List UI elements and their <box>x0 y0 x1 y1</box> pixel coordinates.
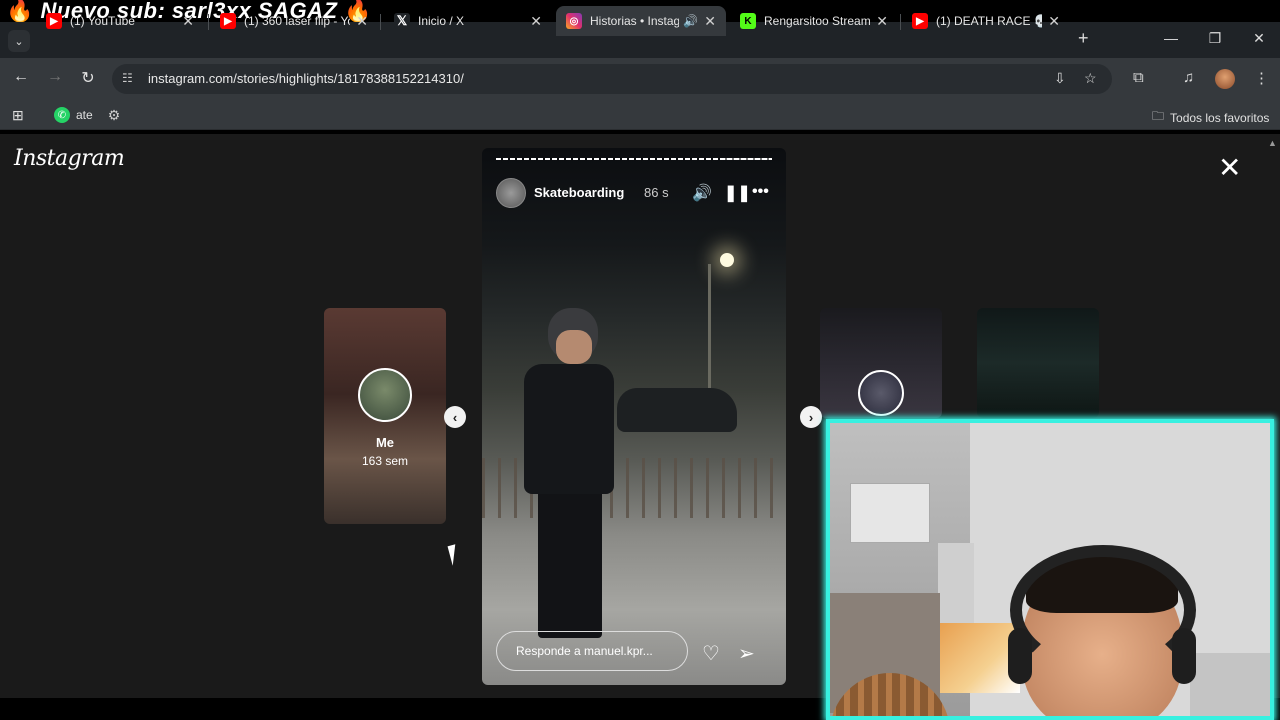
story-timestamp: 86 s <box>644 185 669 200</box>
forward-icon[interactable]: → <box>44 68 66 86</box>
openai-icon: ⚙ <box>107 106 121 123</box>
bookmark-chatgpt[interactable]: ⚙ <box>106 107 128 123</box>
tab-search-button[interactable]: ⌄ <box>8 30 30 52</box>
back-icon[interactable]: ← <box>10 68 32 86</box>
pause-icon[interactable]: ❚❚ <box>724 183 751 203</box>
next-story-preview-2[interactable] <box>977 308 1099 418</box>
previous-story-preview[interactable]: Me 163 sem <box>324 308 446 524</box>
tab-title: Historias • Instag <box>590 14 680 28</box>
tab-instagram-historias[interactable]: ◎ Historias • Instag 🔊 ✕ <box>556 6 726 36</box>
close-icon[interactable]: ✕ <box>1048 13 1060 30</box>
mute-icon[interactable]: 🔊 <box>692 183 712 203</box>
next-story-arrow-icon[interactable]: › <box>800 406 822 428</box>
bookmarks-bar: ⊞ ✆ ate ⚙ 🗀 Todos los favoritos <box>0 100 1280 130</box>
folder-icon: 🗀 <box>1152 109 1165 123</box>
headset-earcup-right <box>1172 628 1196 684</box>
bookmark-whatsapp[interactable]: ✆ ate <box>54 107 93 123</box>
share-send-icon[interactable]: ➢ <box>738 641 755 666</box>
story-user-avatar[interactable] <box>496 178 526 208</box>
active-story[interactable]: Skateboarding 86 s 🔊 ❚❚ ••• Responde a m… <box>482 148 786 685</box>
tab-youtube[interactable]: ▶ (1) YouTube ✕ <box>36 6 204 36</box>
tab-separator <box>900 14 901 30</box>
close-icon[interactable]: ✕ <box>530 13 542 30</box>
next-story-preview[interactable] <box>820 308 942 418</box>
lamp-pole <box>708 264 711 404</box>
tab-youtube-death-race[interactable]: ▶ (1) DEATH RACE 💀 ✕ <box>902 6 1070 36</box>
close-icon[interactable]: ✕ <box>876 13 888 30</box>
story-owner-name: Me <box>375 435 395 450</box>
tab-title: (1) YouTube <box>70 14 135 28</box>
story-username[interactable]: Skateboarding <box>534 185 624 200</box>
tab-separator <box>380 14 381 30</box>
story-avatar <box>858 370 904 416</box>
story-avatar <box>358 368 412 422</box>
headset-earcup-left <box>1008 628 1032 684</box>
like-heart-icon[interactable]: ♡ <box>702 641 720 666</box>
whatsapp-icon: ✆ <box>54 107 70 123</box>
reload-icon[interactable]: ↻ <box>77 68 99 88</box>
window-close-icon[interactable]: ✕ <box>1244 30 1274 47</box>
more-options-icon[interactable]: ••• <box>752 183 769 201</box>
bookmark-star-icon[interactable]: ☆ <box>1084 70 1097 87</box>
instagram-logo[interactable]: Instagram <box>14 146 125 171</box>
tab-separator <box>208 14 209 30</box>
minimize-icon[interactable]: — <box>1156 30 1186 46</box>
x-icon: 𝕏 <box>394 13 410 29</box>
tab-title: Inicio / X <box>418 14 465 28</box>
close-stories-icon[interactable]: ✕ <box>1218 154 1241 182</box>
install-app-icon[interactable]: ⇩ <box>1054 70 1066 87</box>
profile-avatar[interactable] <box>1215 69 1235 89</box>
menu-kebab-icon[interactable]: ⋮ <box>1254 69 1269 87</box>
tab-title: Rengarsitoo Stream - <box>764 14 871 28</box>
bookmark-folder-label: Todos los favoritos <box>1170 110 1270 125</box>
previous-story-arrow-icon[interactable]: ‹ <box>444 406 466 428</box>
kitchen-cabinet <box>850 483 930 543</box>
story-header: Skateboarding 86 s 🔊 ❚❚ ••• <box>496 178 772 208</box>
speaker-icon[interactable]: 🔊 <box>683 14 698 28</box>
new-tab-button[interactable]: + <box>1078 28 1089 49</box>
fire-icon: 🔥 <box>6 0 34 22</box>
youtube-icon: ▶ <box>220 13 236 29</box>
scroll-up-arrow-icon[interactable]: ▲ <box>1268 138 1277 148</box>
skater-figure <box>510 308 614 638</box>
youtube-icon: ▶ <box>46 13 62 29</box>
extensions-icon[interactable]: ⧉ <box>1133 69 1144 86</box>
address-bar[interactable]: ☷ instagram.com/stories/highlights/18178… <box>112 64 1112 94</box>
tab-title: (1) 360 laser flip - You <box>244 14 351 28</box>
story-age: 163 sem <box>361 454 409 468</box>
close-icon[interactable]: ✕ <box>356 13 368 30</box>
tab-title: (1) DEATH RACE 💀 <box>936 14 1043 28</box>
kick-icon: K <box>740 13 756 29</box>
tab-kick-stream[interactable]: K Rengarsitoo Stream - ✕ <box>730 6 898 36</box>
street-lamp <box>720 253 734 267</box>
browser-toolbar: ← → ↻ ☷ instagram.com/stories/highlights… <box>0 58 1280 100</box>
site-info-icon[interactable]: ☷ <box>122 71 138 87</box>
tab-youtube-360-laser-flip[interactable]: ▶ (1) 360 laser flip - You ✕ <box>210 6 378 36</box>
media-control-icon[interactable]: ♫ <box>1183 69 1194 86</box>
story-progress-bar <box>496 158 772 160</box>
youtube-icon: ▶ <box>912 13 928 29</box>
restore-icon[interactable]: ❐ <box>1200 30 1230 47</box>
close-icon[interactable]: ✕ <box>182 13 194 30</box>
instagram-icon: ◎ <box>566 13 582 29</box>
close-icon[interactable]: ✕ <box>704 13 716 30</box>
mouse-cursor <box>447 544 461 566</box>
bookmark-label: ate <box>76 108 93 122</box>
headset <box>1010 545 1196 675</box>
all-bookmarks-folder[interactable]: 🗀 Todos los favoritos <box>1152 107 1269 128</box>
url-text: instagram.com/stories/highlights/1817838… <box>148 71 464 86</box>
tab-x-inicio[interactable]: 𝕏 Inicio / X ✕ <box>384 6 552 36</box>
apps-grid-icon[interactable]: ⊞ <box>12 107 24 124</box>
webcam-overlay <box>826 419 1274 720</box>
car <box>617 388 737 432</box>
reply-input[interactable]: Responde a manuel.kpr... <box>496 631 688 671</box>
